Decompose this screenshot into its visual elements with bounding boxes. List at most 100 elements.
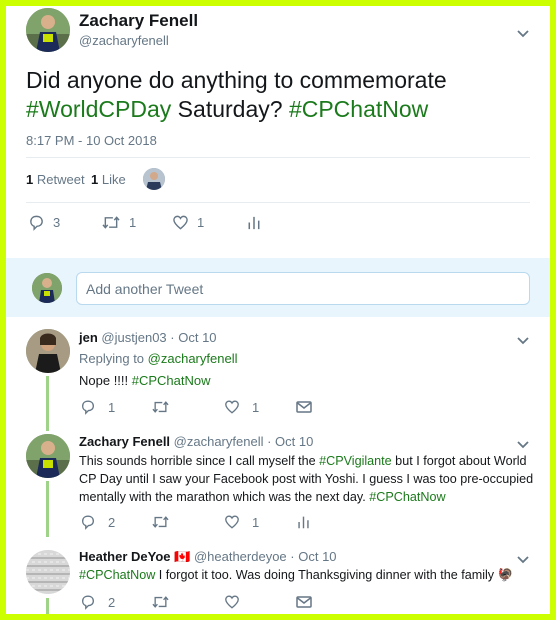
reply-text-line: mentally with the marathon which was the… bbox=[79, 488, 539, 506]
retweet-count: 1 bbox=[26, 172, 34, 187]
reply-author-handle[interactable]: @justjen03 bbox=[101, 330, 166, 345]
chevron-down-icon[interactable] bbox=[515, 436, 531, 452]
chevron-down-icon[interactable] bbox=[515, 332, 531, 348]
retweet-icon bbox=[152, 596, 169, 608]
retweet-icon bbox=[102, 216, 120, 229]
reply-text-line: CP Day until I saw your Facebook post wi… bbox=[79, 472, 534, 486]
like-button[interactable] bbox=[224, 594, 240, 610]
thread-line bbox=[46, 376, 49, 431]
avatar-jen[interactable] bbox=[26, 329, 70, 373]
envelope-icon bbox=[296, 596, 312, 608]
divider bbox=[26, 202, 530, 203]
reply-count: 3 bbox=[53, 215, 61, 230]
liker-avatar[interactable] bbox=[143, 168, 165, 190]
author-name[interactable]: Zachary Fenell bbox=[79, 11, 198, 31]
replying-to-handle[interactable]: @zacharyfenell bbox=[148, 351, 238, 366]
compose-input[interactable]: Add another Tweet bbox=[76, 272, 530, 305]
like-count: 1 bbox=[252, 514, 260, 530]
retweet-button[interactable] bbox=[151, 594, 170, 610]
avatar-zachary[interactable] bbox=[26, 8, 70, 52]
turkey-icon: 🦃 bbox=[497, 568, 514, 582]
retweet-icon bbox=[152, 516, 169, 528]
like-button[interactable]: 1 bbox=[172, 214, 204, 231]
hashtag-cpchatnow[interactable]: #CPChatNow bbox=[289, 96, 428, 122]
reply-icon bbox=[81, 515, 95, 530]
retweet-button[interactable] bbox=[151, 399, 170, 415]
canada-flag-icon: 🇨🇦 bbox=[174, 549, 191, 564]
retweet-button[interactable] bbox=[151, 514, 170, 530]
analytics-button[interactable] bbox=[246, 214, 262, 231]
retweet-stats[interactable]: 1 Retweet bbox=[26, 172, 85, 187]
reply-icon bbox=[30, 215, 43, 231]
reply-text-part: This sounds horrible since I call myself… bbox=[79, 454, 320, 468]
reply-text: Nope !!!! #CPChatNow bbox=[79, 373, 211, 388]
reply-time[interactable]: · Oct 10 bbox=[267, 434, 313, 449]
reply-button[interactable]: 1 bbox=[80, 399, 115, 415]
compose-placeholder: Add another Tweet bbox=[86, 281, 204, 297]
heart-icon bbox=[225, 595, 239, 609]
reply-count: 1 bbox=[108, 399, 116, 415]
replying-to: Replying to @zacharyfenell bbox=[79, 351, 237, 366]
reply-text-part: mentally with the marathon which was the… bbox=[79, 490, 370, 504]
like-stats[interactable]: 1 Like bbox=[91, 172, 126, 187]
reply-button[interactable]: 2 bbox=[80, 514, 115, 530]
tweet-text-part: Did anyone do anything to commemorate bbox=[26, 67, 447, 93]
reply-header: Zachary Fenell @zacharyfenell · Oct 10 bbox=[79, 434, 313, 449]
like-count: 1 bbox=[91, 172, 99, 187]
reply-header: Heather DeYoe 🇨🇦 @heatherdeyoe · Oct 10 bbox=[79, 549, 337, 565]
reply-count: 2 bbox=[108, 594, 116, 610]
reply-text-part: but I forgot about World bbox=[391, 454, 527, 468]
reply-author-name[interactable]: jen bbox=[79, 330, 98, 345]
reply-text: #CPChatNow I forgot it too. Was doing Th… bbox=[79, 568, 513, 583]
thread-line bbox=[46, 481, 49, 537]
like-button[interactable]: 1 bbox=[224, 514, 259, 530]
avatar-heather[interactable] bbox=[26, 550, 70, 594]
author-handle[interactable]: @zacharyfenell bbox=[79, 33, 169, 48]
hashtag-cpchatnow[interactable]: #CPChatNow bbox=[369, 490, 445, 504]
avatar-zachary[interactable] bbox=[26, 434, 70, 478]
tweet-text-part: Saturday? bbox=[171, 96, 289, 122]
reply-author-handle[interactable]: @heatherdeyoe bbox=[194, 549, 287, 564]
direct-message-button[interactable] bbox=[296, 595, 312, 609]
reply-author-name[interactable]: Heather DeYoe bbox=[79, 549, 171, 564]
like-label: Like bbox=[101, 172, 126, 187]
replying-to-label: Replying to bbox=[79, 351, 145, 366]
hashtag-cpchatnow[interactable]: #CPChatNow bbox=[79, 568, 155, 582]
like-button[interactable]: 1 bbox=[224, 399, 259, 415]
chevron-down-icon[interactable] bbox=[515, 25, 531, 41]
reply-text-line: This sounds horrible since I call myself… bbox=[79, 452, 539, 470]
tweet-text: Did anyone do anything to commemorate #W… bbox=[26, 66, 526, 124]
reply-author-name[interactable]: Zachary Fenell bbox=[79, 434, 170, 449]
envelope-icon bbox=[296, 401, 312, 413]
reply-button[interactable]: 2 bbox=[80, 594, 115, 610]
tweet-timestamp[interactable]: 8:17 PM - 10 Oct 2018 bbox=[26, 133, 157, 148]
analytics-icon bbox=[298, 516, 309, 529]
hashtag-cpvigilante[interactable]: #CPVigilante bbox=[319, 454, 392, 468]
retweet-icon bbox=[152, 401, 169, 413]
chevron-down-icon[interactable] bbox=[515, 551, 531, 567]
reply-button[interactable]: 3 bbox=[28, 214, 60, 231]
analytics-button[interactable] bbox=[296, 514, 311, 530]
heart-icon bbox=[225, 515, 239, 529]
retweet-count: 1 bbox=[129, 215, 137, 230]
analytics-icon bbox=[248, 216, 260, 230]
direct-message-button[interactable] bbox=[296, 400, 312, 414]
divider bbox=[26, 157, 530, 158]
reply-text-part: Nope !!!! bbox=[79, 373, 132, 388]
retweet-label: Retweet bbox=[36, 172, 85, 187]
reply-time[interactable]: · Oct 10 bbox=[170, 330, 216, 345]
heart-icon bbox=[173, 215, 188, 230]
reply-text: This sounds horrible since I call myself… bbox=[79, 452, 539, 506]
compose-avatar bbox=[32, 273, 62, 303]
compose-area: Add another Tweet bbox=[6, 258, 550, 317]
reply-header: jen @justjen03 · Oct 10 bbox=[79, 330, 217, 345]
reply-text-part: I forgot it too. Was doing Thanksgiving … bbox=[155, 568, 498, 582]
reply-icon bbox=[81, 400, 95, 415]
thread-line bbox=[46, 598, 49, 614]
heart-icon bbox=[225, 400, 239, 414]
reply-author-handle[interactable]: @zacharyfenell bbox=[174, 434, 264, 449]
reply-time[interactable]: · Oct 10 bbox=[290, 549, 336, 564]
hashtag-worldcpday[interactable]: #WorldCPDay bbox=[26, 96, 171, 122]
retweet-button[interactable]: 1 bbox=[101, 214, 136, 231]
hashtag-cpchatnow[interactable]: #CPChatNow bbox=[132, 373, 211, 388]
